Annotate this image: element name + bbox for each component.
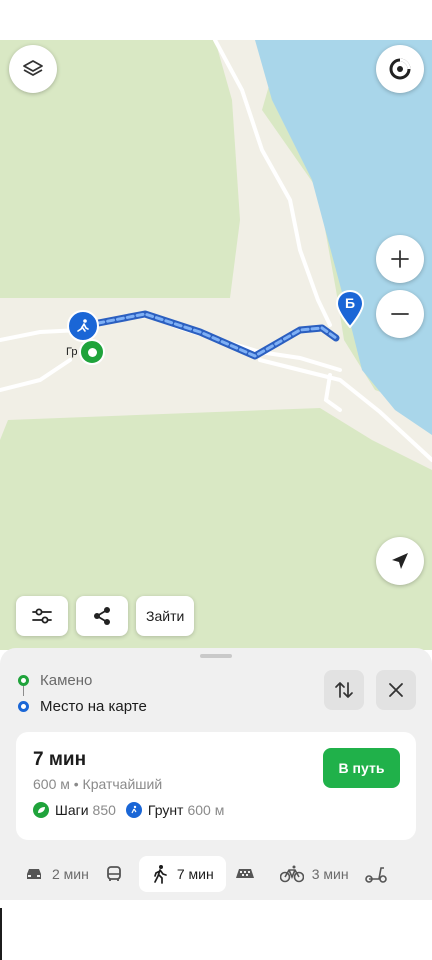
enter-building-button[interactable]: Зайти [136, 596, 195, 636]
mode-bus[interactable] [97, 856, 139, 892]
steps-label: Шаги [55, 802, 89, 818]
route-to-label: Место на карте [40, 697, 147, 715]
compass-button[interactable] [376, 45, 424, 93]
start-point-marker[interactable] [79, 339, 105, 365]
my-location-button[interactable] [376, 537, 424, 585]
mode-bicycle[interactable]: 3 мин [272, 856, 357, 892]
start-route-button[interactable]: В путь [323, 748, 400, 788]
start-point-dot [87, 347, 97, 357]
layers-button[interactable] [9, 45, 57, 93]
swap-route-button[interactable] [324, 670, 364, 710]
zoom-out-button[interactable] [376, 290, 424, 338]
route-details: Шаги 850 Грунт 600 м [33, 802, 234, 818]
route-points: Камено Место на карте [18, 670, 147, 716]
bicycle-icon [279, 865, 304, 883]
from-dot-icon [18, 674, 29, 686]
car-icon [27, 869, 41, 879]
leaf-icon [33, 802, 49, 818]
bus-icon [106, 866, 121, 881]
sliders-icon [32, 608, 52, 624]
destination-marker[interactable]: Б [336, 290, 364, 328]
route-distance-type: 600 м • Кратчайший [33, 776, 163, 792]
route-bottom-sheet[interactable]: Камено Место на карте 7 мин 600 м • Крат… [0, 648, 432, 900]
walk-icon [154, 865, 167, 884]
zoom-in-button[interactable] [376, 235, 424, 283]
status-bar [0, 0, 432, 40]
mode-car[interactable]: 2 мин [16, 856, 97, 892]
surface-label: Грунт [147, 802, 184, 818]
map-view[interactable]: Гр Б [0, 40, 432, 650]
minus-icon [391, 313, 409, 315]
route-from-row[interactable]: Камено [18, 670, 147, 690]
route-connector [23, 686, 24, 696]
layers-icon [23, 60, 43, 76]
route-to-row[interactable]: Место на карте [18, 696, 147, 716]
mode-scooter[interactable] [357, 856, 403, 892]
screen-edge-line [0, 908, 2, 960]
sheet-drag-handle[interactable] [200, 654, 232, 658]
close-route-button[interactable] [376, 670, 416, 710]
share-button[interactable] [76, 596, 128, 636]
mode-car-label: 2 мин [52, 866, 89, 882]
route-from-label: Камено [40, 671, 93, 689]
location-arrow-icon [392, 553, 408, 569]
close-icon [389, 683, 403, 697]
map-canvas[interactable] [0, 40, 432, 650]
mode-taxi[interactable] [226, 856, 272, 892]
scooter-icon [364, 867, 387, 883]
transport-modes: 2 мин 7 мин 3 мин [16, 856, 403, 892]
taxi-icon [235, 869, 254, 878]
steps-value: 850 [92, 802, 116, 818]
walk-surface-icon [125, 802, 142, 818]
mode-walk[interactable]: 7 мин [138, 856, 226, 892]
to-dot-icon [18, 700, 29, 712]
route-duration: 7 мин [33, 749, 87, 770]
surface-value: 600 м [187, 802, 225, 818]
compass-icon [389, 58, 411, 80]
system-navigation-bar [0, 900, 432, 960]
map-chip-row: Зайти [16, 596, 195, 636]
swap-icon [335, 682, 353, 698]
walk-icon [77, 319, 89, 332]
walk-start-marker[interactable] [67, 310, 99, 342]
share-icon [94, 607, 110, 625]
start-label: Гр [66, 346, 78, 358]
route-settings-button[interactable] [16, 596, 68, 636]
route-card[interactable]: 7 мин 600 м • Кратчайший В путь Шаги 850… [16, 732, 416, 840]
mode-bicycle-label: 3 мин [311, 866, 349, 882]
plus-icon [391, 250, 409, 268]
destination-letter: Б [344, 295, 356, 311]
mode-walk-label: 7 мин [176, 866, 214, 882]
